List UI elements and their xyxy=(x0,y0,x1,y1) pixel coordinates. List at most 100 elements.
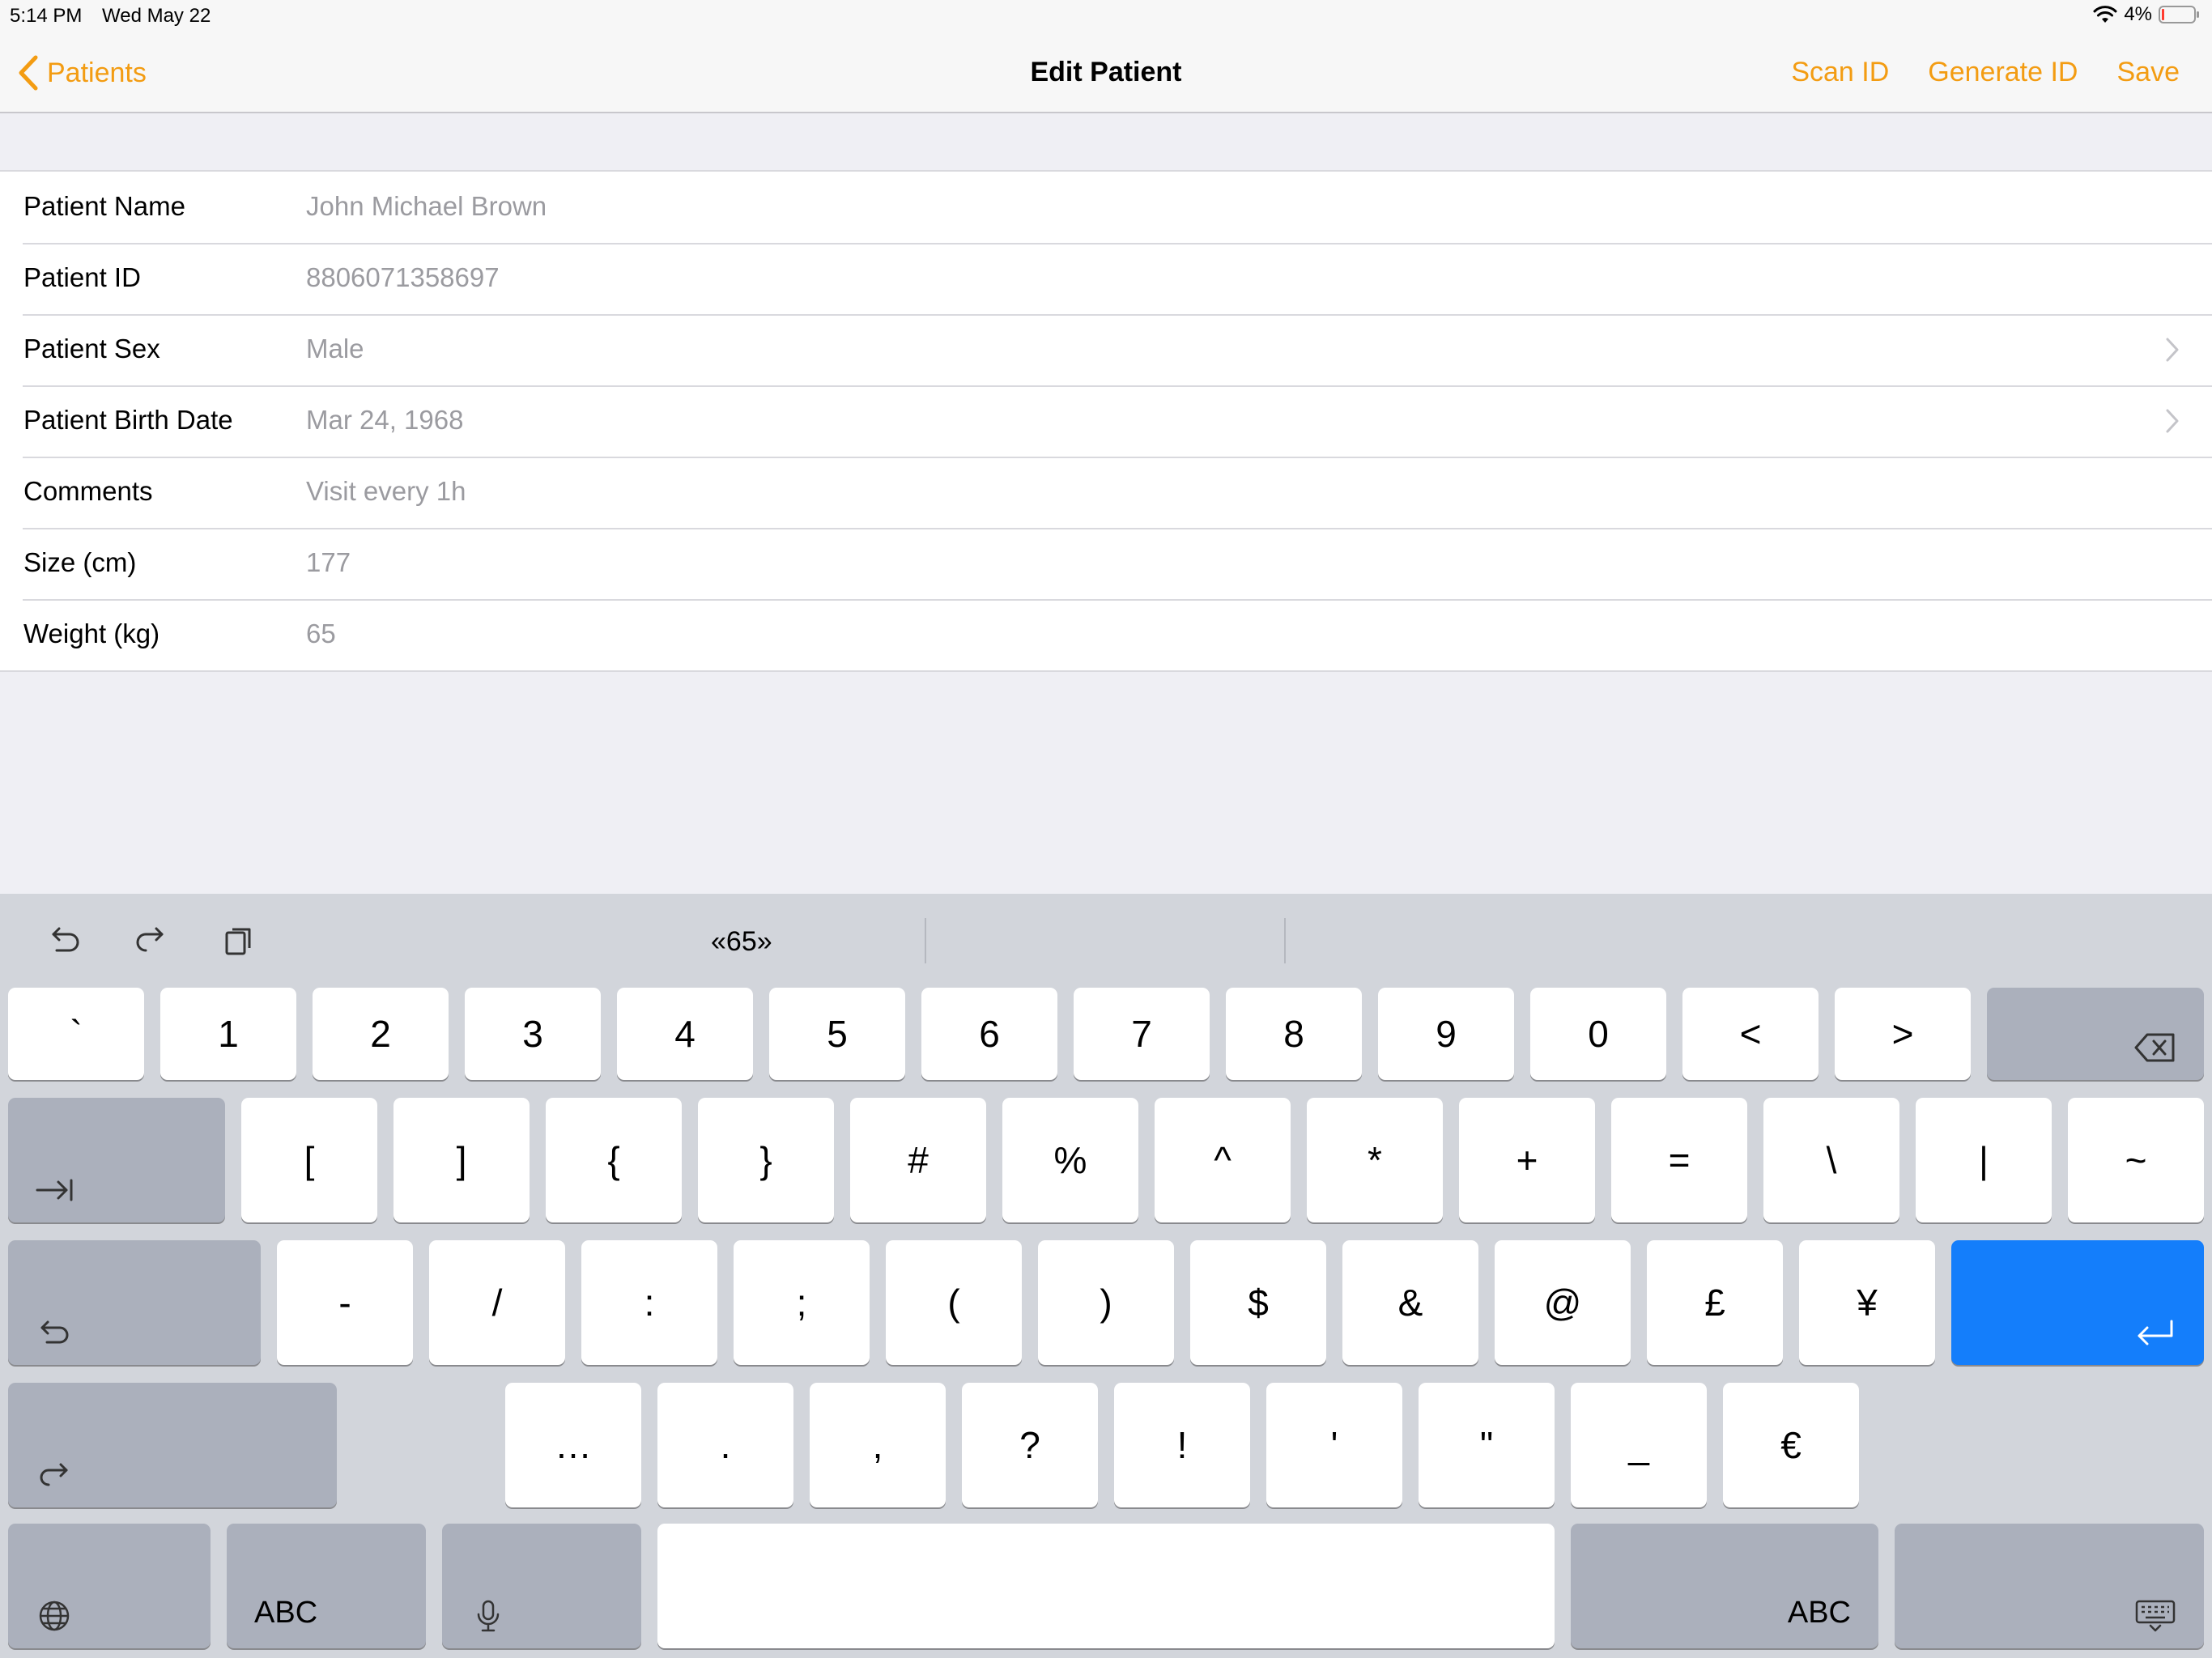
key-0[interactable]: 0 xyxy=(1530,988,1666,1080)
globe-key[interactable] xyxy=(8,1524,211,1648)
key-ampersand[interactable]: & xyxy=(1342,1240,1478,1365)
save-button[interactable]: Save xyxy=(2117,57,2180,88)
key-percent[interactable]: % xyxy=(1002,1098,1138,1222)
row-label: Patient ID xyxy=(23,262,141,292)
weight-row[interactable]: Weight (kg) 65 xyxy=(0,599,2212,670)
weight-field[interactable]: 65 xyxy=(306,619,336,649)
patient-id-row[interactable]: Patient ID 8806071358697 xyxy=(0,243,2212,314)
generate-id-button[interactable]: Generate ID xyxy=(1928,57,2078,88)
abc-label: ABC xyxy=(254,1596,318,1630)
key-pipe[interactable]: | xyxy=(1916,1098,2052,1222)
keyboard: «65» ` 1 2 3 4 5 6 7 8 9 0 < > [ ] { } #… xyxy=(0,894,2212,1658)
key-3[interactable]: 3 xyxy=(465,988,601,1080)
undo-key[interactable] xyxy=(8,1240,261,1365)
tab-icon xyxy=(36,1179,73,1201)
key-slash[interactable]: / xyxy=(429,1240,565,1365)
tab-key[interactable] xyxy=(8,1098,225,1222)
row-label: Patient Name xyxy=(23,191,185,221)
redo-icon xyxy=(40,1463,68,1486)
key-4[interactable]: 4 xyxy=(617,988,753,1080)
abc-label: ABC xyxy=(1787,1596,1851,1630)
key-backtick[interactable]: ` xyxy=(8,988,144,1080)
key-open-brace[interactable]: { xyxy=(546,1098,682,1222)
return-icon xyxy=(2138,1320,2173,1346)
key-close-paren[interactable]: ) xyxy=(1038,1240,1174,1365)
patient-sex-value: Male xyxy=(306,334,364,363)
status-indicators: 4% xyxy=(2093,3,2201,26)
size-row[interactable]: Size (cm) 177 xyxy=(0,528,2212,599)
key-1[interactable]: 1 xyxy=(160,988,296,1080)
key-apostrophe[interactable]: ' xyxy=(1266,1383,1402,1507)
key-semicolon[interactable]: ; xyxy=(734,1240,870,1365)
abc-key-left[interactable]: ABC xyxy=(227,1524,426,1648)
patient-birth-date-value: Mar 24, 1968 xyxy=(306,405,464,435)
row-label: Size (cm) xyxy=(23,547,137,577)
back-button[interactable]: Patients xyxy=(18,55,147,91)
key-hash[interactable]: # xyxy=(850,1098,986,1222)
redo-key[interactable] xyxy=(8,1383,337,1507)
comments-row[interactable]: Comments Visit every 1h xyxy=(0,457,2212,528)
key-euro[interactable]: € xyxy=(1723,1383,1859,1507)
key-asterisk[interactable]: * xyxy=(1307,1098,1443,1222)
key-2[interactable]: 2 xyxy=(313,988,449,1080)
key-open-bracket[interactable]: [ xyxy=(241,1098,377,1222)
patient-name-field[interactable]: John Michael Brown xyxy=(306,191,547,222)
key-comma[interactable]: , xyxy=(810,1383,946,1507)
key-question[interactable]: ? xyxy=(962,1383,1098,1507)
key-backslash[interactable]: \ xyxy=(1763,1098,1899,1222)
abc-key-right[interactable]: ABC xyxy=(1571,1524,1878,1648)
comments-field[interactable]: Visit every 1h xyxy=(306,476,466,507)
dictation-key[interactable] xyxy=(442,1524,641,1648)
delete-key[interactable] xyxy=(1987,988,2204,1080)
back-label: Patients xyxy=(47,57,147,88)
space-key[interactable] xyxy=(657,1524,1555,1648)
battery-percent: 4% xyxy=(2124,3,2152,25)
status-bar: 5:14 PM Wed May 22 4% xyxy=(0,0,2212,32)
key-ellipsis[interactable]: … xyxy=(505,1383,641,1507)
patient-sex-row[interactable]: Patient Sex Male xyxy=(0,314,2212,385)
row-label: Comments xyxy=(23,476,153,506)
key-9[interactable]: 9 xyxy=(1378,988,1514,1080)
key-7[interactable]: 7 xyxy=(1074,988,1210,1080)
key-period[interactable]: . xyxy=(657,1383,793,1507)
globe-icon xyxy=(39,1601,70,1631)
key-close-brace[interactable]: } xyxy=(698,1098,834,1222)
redo-icon[interactable] xyxy=(131,921,172,962)
key-6[interactable]: 6 xyxy=(921,988,1057,1080)
scan-id-button[interactable]: Scan ID xyxy=(1791,57,1889,88)
key-greater-than[interactable]: > xyxy=(1835,988,1971,1080)
key-hyphen[interactable]: - xyxy=(277,1240,413,1365)
key-8[interactable]: 8 xyxy=(1226,988,1362,1080)
key-at[interactable]: @ xyxy=(1495,1240,1631,1365)
key-quote[interactable]: " xyxy=(1419,1383,1555,1507)
key-dollar[interactable]: $ xyxy=(1190,1240,1326,1365)
key-plus[interactable]: + xyxy=(1459,1098,1595,1222)
key-yen[interactable]: ¥ xyxy=(1799,1240,1935,1365)
key-exclamation[interactable]: ! xyxy=(1114,1383,1250,1507)
prediction-divider xyxy=(925,918,926,963)
key-caret[interactable]: ^ xyxy=(1155,1098,1291,1222)
navigation-bar: Patients Edit Patient Scan ID Generate I… xyxy=(0,32,2212,113)
key-5[interactable]: 5 xyxy=(769,988,905,1080)
undo-icon[interactable] xyxy=(44,921,84,962)
status-date: Wed May 22 xyxy=(102,5,211,27)
key-equals[interactable]: = xyxy=(1611,1098,1747,1222)
patient-id-field[interactable]: 8806071358697 xyxy=(306,262,500,293)
size-field[interactable]: 177 xyxy=(306,547,351,578)
key-close-bracket[interactable]: ] xyxy=(393,1098,530,1222)
battery-icon xyxy=(2159,6,2199,23)
key-pound[interactable]: £ xyxy=(1647,1240,1783,1365)
undo-icon xyxy=(40,1320,69,1344)
key-tilde[interactable]: ~ xyxy=(2068,1098,2204,1222)
dismiss-keyboard-key[interactable] xyxy=(1895,1524,2204,1648)
key-less-than[interactable]: < xyxy=(1682,988,1819,1080)
key-open-paren[interactable]: ( xyxy=(886,1240,1022,1365)
patient-birth-date-row[interactable]: Patient Birth Date Mar 24, 1968 xyxy=(0,385,2212,457)
key-colon[interactable]: : xyxy=(581,1240,717,1365)
patient-name-row[interactable]: Patient Name John Michael Brown xyxy=(0,172,2212,243)
prediction-suggestion[interactable]: «65» xyxy=(711,926,772,958)
paste-icon[interactable] xyxy=(219,921,259,962)
return-key[interactable] xyxy=(1951,1240,2204,1365)
key-underscore[interactable]: _ xyxy=(1571,1383,1707,1507)
delete-icon xyxy=(2134,1033,2175,1062)
